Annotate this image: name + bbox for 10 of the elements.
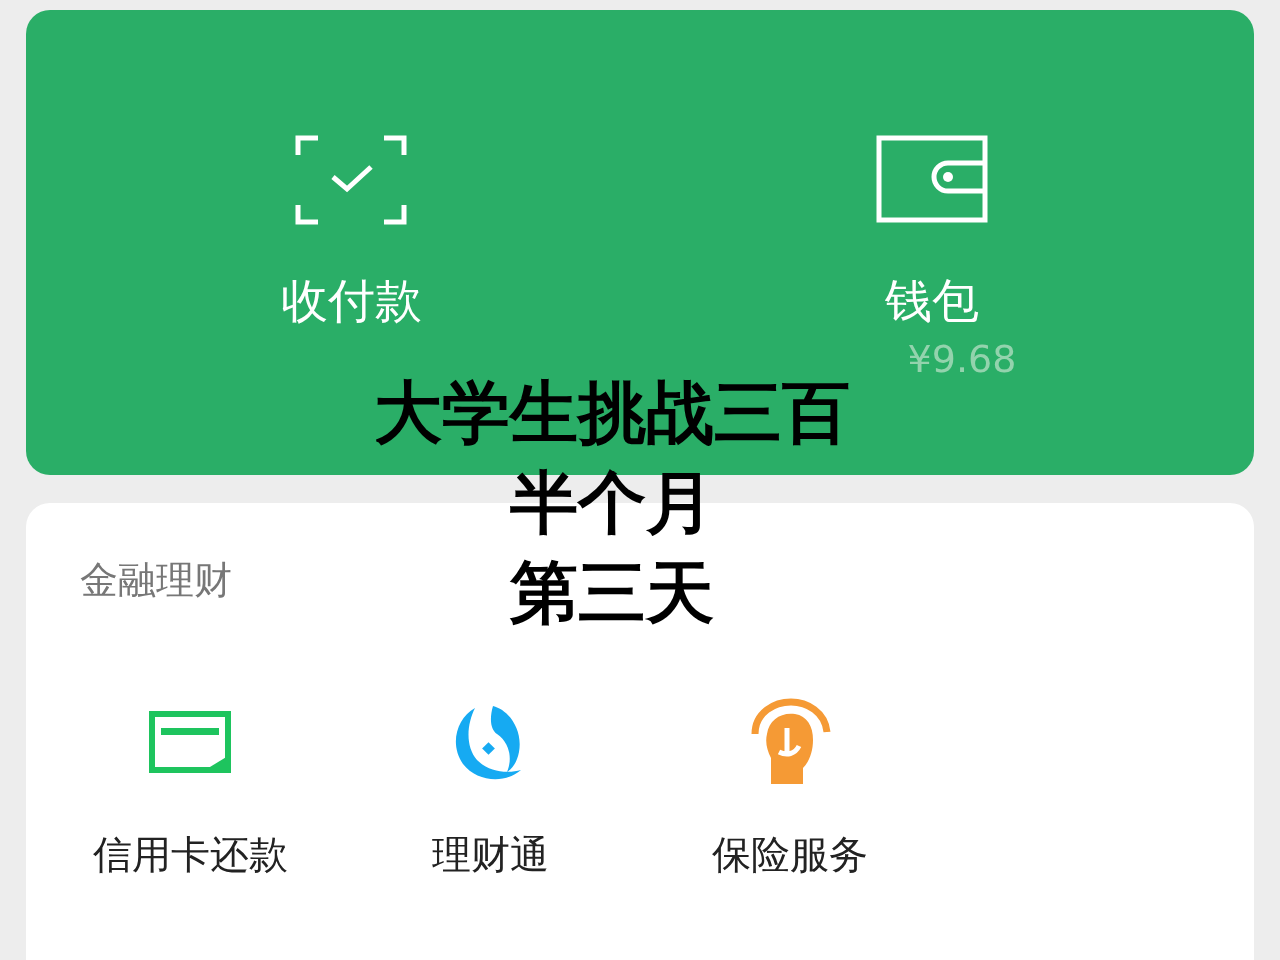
service-label[interactable]: 信用卡还款 <box>92 828 288 882</box>
caption-line: 第三天 <box>510 552 714 634</box>
caption-line: 大学生挑战三百 <box>374 372 850 454</box>
service-label[interactable]: 保险服务 <box>712 828 868 882</box>
scan-icon <box>295 135 407 225</box>
caption-line: 半个月 <box>510 462 714 544</box>
wallet-icon <box>876 135 988 225</box>
section-title: 金融理财 <box>80 557 232 604</box>
balance-amount: ¥9.68 <box>907 336 1017 381</box>
service-label[interactable]: 理财通 <box>431 828 549 882</box>
